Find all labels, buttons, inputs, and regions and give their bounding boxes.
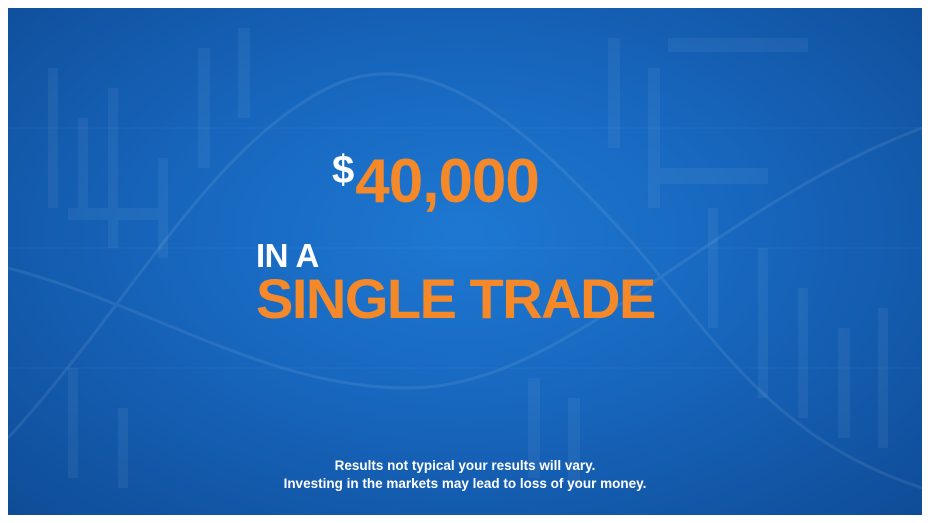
video-frame: $40,000 IN A SINGLE TRADE Results not ty… (8, 8, 922, 515)
amount-text: $40,000 (332, 147, 540, 216)
disclaimer: Results not typical your results will va… (8, 457, 922, 493)
amount-number: 40,000 (355, 147, 540, 216)
disclaimer-line-2: Investing in the markets may lead to los… (283, 476, 647, 491)
headline: $40,000 IN A SINGLE TRADE (256, 146, 736, 336)
disclaimer-line-1: Results not typical your results will va… (334, 458, 596, 473)
currency-symbol: $ (332, 148, 354, 192)
headline-line-big: SINGLE TRADE (256, 267, 656, 330)
